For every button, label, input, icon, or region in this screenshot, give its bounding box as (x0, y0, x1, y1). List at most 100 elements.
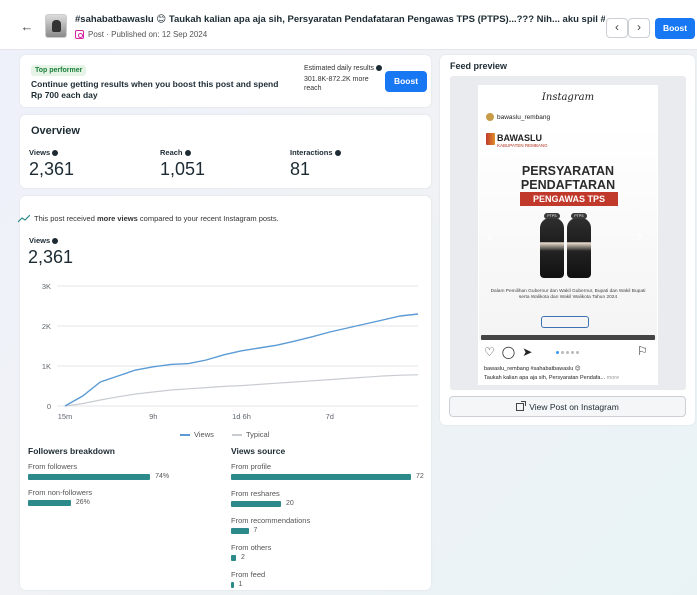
carousel-prev-icon[interactable]: ‹ (487, 228, 492, 246)
top-performer-badge: Top performer (31, 65, 87, 76)
views-source-label: From others (231, 543, 272, 552)
overview-card: Overview Views 2,361 Reach 1,051 Interac… (20, 115, 431, 188)
poster-description: Dalam Pemilihan Gubernur dan Wakil Guber… (490, 289, 646, 300)
instagram-wordmark: Instagram (541, 92, 595, 103)
share-icon[interactable]: ➤ (522, 345, 532, 359)
followers-value: 26% (75, 499, 90, 506)
y-tick-label: 3K (42, 282, 51, 291)
views-source-label: From feed (231, 570, 266, 579)
info-icon[interactable] (52, 238, 59, 245)
views-source-label: From profile (231, 462, 272, 471)
views-source-bar (231, 528, 249, 534)
x-tick-label: 15m (58, 412, 73, 421)
character-illustration (540, 218, 564, 278)
post-actions: ♡ ◯ ➤ (484, 345, 532, 359)
info-icon[interactable] (376, 65, 383, 72)
views-source-title: Views source (231, 446, 286, 456)
caption-more-link[interactable]: more (607, 375, 620, 381)
bawaslu-logo-icon (486, 133, 495, 145)
chevron-right-icon[interactable]: › (628, 18, 650, 38)
series-line-typical (64, 374, 419, 407)
external-link-icon (516, 400, 527, 411)
post-title: #sahabatbawaslu 😊 Taukah kalian apa aja … (75, 14, 605, 25)
chart-views-value: 2,361 (28, 247, 74, 267)
x-tick-label: 9h (149, 412, 157, 421)
caption-text: Taukah kalian apa aja sih, Persyaratan P… (484, 375, 620, 381)
caption-user: bawaslu_rembang #sahabatbawaslu 😊 (484, 366, 581, 372)
y-tick-label: 1K (42, 362, 51, 371)
views-source-bar (231, 582, 234, 588)
avatar (486, 113, 494, 121)
post-meta: Post · Published on: 12 Sep 2024 (75, 30, 207, 39)
carousel-dots (556, 351, 579, 354)
views-source-value: 7 (253, 527, 258, 534)
feed-preview-title: Feed preview (450, 61, 508, 71)
carousel-dot (566, 351, 569, 354)
trend-up-icon (18, 214, 30, 222)
followers-item-label: From non-followers (28, 488, 93, 497)
x-tick-label: 1d 6h (232, 412, 251, 421)
carousel-dot (561, 351, 564, 354)
views-source-bar (231, 501, 281, 507)
poster-pill (541, 316, 589, 328)
boost-header-button[interactable]: Boost (655, 18, 695, 39)
view-post-button[interactable]: View Post on Instagram (449, 396, 686, 417)
estimated-results-value: 301.8K-872.2K more reach (304, 76, 369, 92)
reach-metric-value: 1,051 (160, 159, 206, 179)
poster-brand-sub: KABUPATEN REMBANG (497, 143, 548, 148)
legend-views: Views (180, 430, 214, 439)
carousel-next-icon[interactable]: › (637, 228, 642, 246)
views-source-value: 72 (416, 473, 424, 480)
arrow-left-icon[interactable]: ← (20, 20, 34, 34)
instagram-username: bawaslu_rembang (497, 114, 551, 121)
poster-badge: PTPS (544, 213, 560, 219)
carousel-dot (571, 351, 574, 354)
views-line-chart: 0 1K 2K 3K 15m 9h 1d 6h 7d (42, 282, 419, 421)
chart-views-label: Views (29, 236, 59, 245)
interactions-metric-label: Interactions (290, 148, 341, 157)
character-illustration (567, 218, 591, 278)
poster-badge: PTPS (571, 213, 587, 219)
views-source-bar (231, 474, 411, 480)
instagram-icon (75, 30, 84, 39)
post-thumbnail (45, 14, 67, 38)
legend-typical-swatch (232, 433, 242, 436)
followers-bar (28, 500, 71, 506)
estimated-results-label: Estimated daily results (304, 65, 383, 72)
series-line-views (64, 313, 419, 407)
poster-footer (481, 335, 655, 340)
poster-headline: PERSYARATAN PENDAFTARAN (520, 164, 616, 192)
info-icon[interactable] (334, 150, 341, 157)
bookmark-icon[interactable]: ⚐ (637, 344, 648, 358)
performance-hint: This post received more views compared t… (18, 214, 279, 223)
y-tick-label: 2K (42, 322, 51, 331)
views-source-value: 1 (238, 581, 243, 588)
heart-icon[interactable]: ♡ (484, 345, 495, 359)
views-source-label: From recommendations (231, 516, 311, 525)
x-tick-label: 7d (326, 412, 334, 421)
views-source-label: From reshares (231, 489, 280, 498)
overview-title: Overview (31, 125, 80, 137)
y-tick-label: 0 (47, 402, 51, 411)
legend-typical: Typical (232, 430, 269, 439)
top-performer-text: Continue getting results when you boost … (31, 79, 279, 100)
reach-metric-label: Reach (160, 148, 191, 157)
views-source-value: 2 (241, 554, 245, 561)
boost-button[interactable]: Boost (385, 71, 427, 92)
views-source-value: 20 (286, 500, 294, 507)
comment-icon[interactable]: ◯ (502, 345, 515, 359)
carousel-dot (556, 351, 559, 354)
info-icon[interactable] (184, 150, 191, 157)
header-bar: ← #sahabatbawaslu 😊 Taukah kalian apa aj… (0, 0, 697, 50)
carousel-dot (576, 351, 579, 354)
info-icon[interactable] (52, 150, 59, 157)
post-published-date: Post · Published on: 12 Sep 2024 (88, 30, 208, 39)
views-metric-value: 2,361 (29, 159, 75, 179)
top-performer-card: Top performer Continue getting results w… (20, 55, 431, 107)
chevron-left-icon[interactable]: ‹ (606, 18, 628, 38)
poster-band: PENGAWAS TPS (520, 192, 618, 206)
followers-value: 74% (155, 473, 170, 480)
legend-views-swatch (180, 433, 190, 436)
poster-brand: BAWASLU (497, 133, 542, 143)
views-metric-label: Views (29, 148, 59, 157)
